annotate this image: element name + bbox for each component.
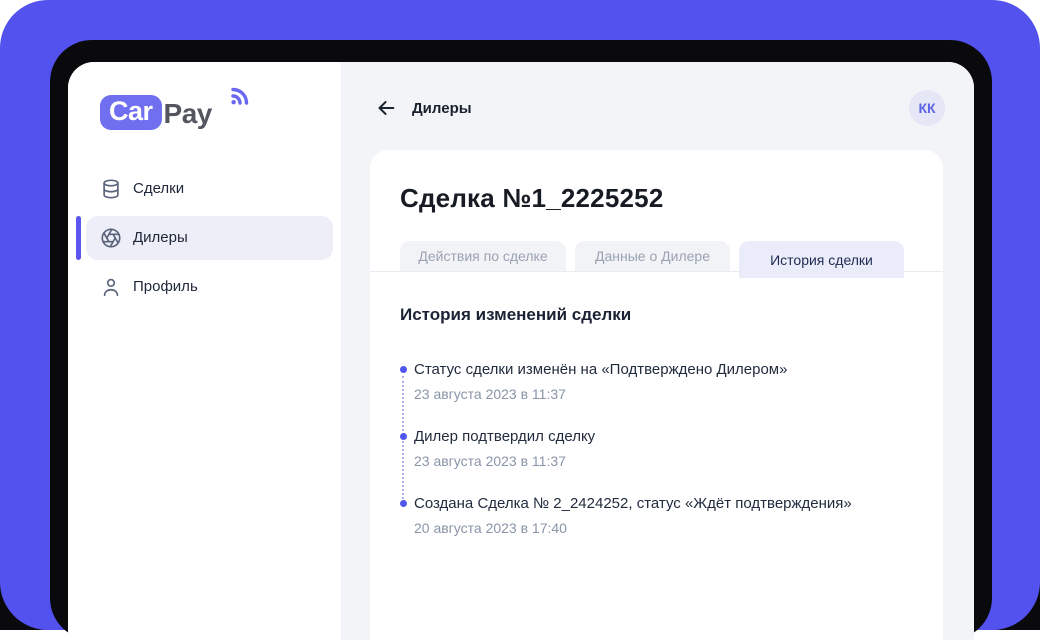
deal-title: Сделка №1_2225252 (400, 183, 664, 213)
page-header: Дилеры КК (375, 90, 945, 126)
sidebar-item-label: Сделки (133, 180, 185, 198)
sidebar-menu: Сделки Дилеры Профиль (68, 167, 341, 309)
sidebar-item-label: Дилеры (133, 229, 188, 247)
user-icon (100, 276, 122, 298)
timeline-item: Создана Сделка № 2_2424252, статус «Ждёт… (400, 495, 913, 536)
signal-waves-icon (230, 85, 256, 116)
carpay-logo: Car Pay (100, 87, 249, 131)
timeline-item: Статус сделки изменён на «Подтверждено Д… (400, 361, 913, 402)
timeline-item-date: 23 августа 2023 в 11:37 (414, 453, 566, 469)
tab-deal-actions[interactable]: Действия по сделке (400, 241, 566, 271)
database-icon (100, 178, 122, 200)
sidebar-item-deals[interactable]: Сделки (86, 167, 333, 211)
page-title: Дилеры (412, 99, 472, 117)
main-area: Дилеры КК Сделка №1_2225252 Действия по … (342, 62, 974, 640)
history-section-title: История изменений сделки (400, 305, 632, 324)
sidebar-item-profile[interactable]: Профиль (86, 265, 333, 309)
timeline-item-date: 23 августа 2023 в 11:37 (414, 386, 566, 402)
timeline-item-text: Дилер подтвердил сделку (414, 428, 596, 445)
back-arrow-icon[interactable] (375, 97, 397, 119)
timeline-item-text: Статус сделки изменён на «Подтверждено Д… (414, 361, 788, 378)
aperture-icon (100, 227, 122, 249)
sidebar-item-dealers[interactable]: Дилеры (76, 215, 333, 260)
logo-car-badge: Car (100, 95, 162, 130)
avatar[interactable]: КК (909, 90, 945, 126)
tablet-frame: Car Pay Сделки Дилеры Профиль Дилеры КК … (50, 40, 992, 640)
timeline-item: Дилер подтвердил сделку 23 августа 2023 … (400, 428, 913, 469)
timeline-item-date: 20 августа 2023 в 17:40 (414, 520, 567, 536)
sidebar: Car Pay Сделки Дилеры Профиль (68, 62, 342, 640)
deal-tabs: Действия по сделке Данные о Дилере Истор… (370, 241, 943, 278)
sidebar-item-label: Профиль (133, 278, 198, 296)
app-screen: Car Pay Сделки Дилеры Профиль Дилеры КК … (68, 62, 974, 640)
timeline-item-text: Создана Сделка № 2_2424252, статус «Ждёт… (414, 495, 852, 512)
deal-card: Сделка №1_2225252 Действия по сделке Дан… (370, 150, 943, 640)
tab-dealer-data[interactable]: Данные о Дилере (575, 241, 730, 271)
logo-pay-text: Pay (163, 98, 213, 129)
deal-history-timeline: Статус сделки изменён на «Подтверждено Д… (400, 361, 913, 536)
tab-deal-history[interactable]: История сделки (739, 241, 904, 278)
